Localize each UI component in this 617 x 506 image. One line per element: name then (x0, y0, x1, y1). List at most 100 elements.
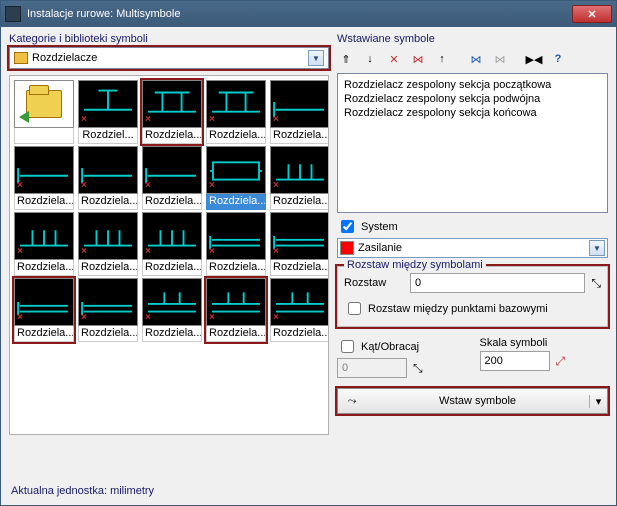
symbol-thumb: × (14, 146, 74, 194)
symbol-cell[interactable] (14, 80, 74, 144)
symbol-caption: Rozdziela... (206, 194, 266, 210)
spacing-legend: Rozstaw między symbolami (344, 259, 486, 271)
inserted-label: Wstawiane symbole (337, 33, 608, 45)
folder-up-icon (14, 80, 74, 128)
symbol-cell[interactable]: ×Rozdziela... (142, 80, 202, 144)
move-up-icon[interactable]: ↑ (433, 50, 451, 68)
symbol-caption: Rozdziela... (270, 326, 329, 342)
list-item[interactable]: Rozdzielacz zespolony sekcja podwójna (344, 92, 601, 106)
angle-input (337, 358, 407, 378)
flip-v-icon[interactable]: ⋈ (491, 50, 509, 68)
symbol-caption: Rozdziela... (78, 260, 138, 276)
system-value: Zasilanie (358, 242, 589, 254)
symbol-cell[interactable]: ×Rozdziela... (78, 278, 138, 342)
pick-scale-icon[interactable]: ⤢ (556, 354, 566, 369)
symbol-cell[interactable]: ×Rozdziela... (206, 80, 266, 144)
insert-label: Wstaw symbole (366, 395, 589, 407)
symbol-caption: Rozdziel... (78, 128, 138, 144)
symbol-thumb: × (78, 80, 138, 128)
symbol-caption: Rozdziela... (270, 194, 329, 210)
angle-checkbox[interactable] (341, 340, 354, 353)
symbol-cell[interactable]: ×Rozdziela... (142, 278, 202, 342)
symbol-thumb: × (206, 146, 266, 194)
symbol-thumb: × (206, 278, 266, 326)
symbol-thumb: × (206, 80, 266, 128)
symbol-thumb: × (270, 212, 329, 260)
symbol-cell[interactable]: ×Rozdziela... (14, 278, 74, 342)
symbol-cell[interactable]: ×Rozdziela... (270, 212, 329, 276)
symbol-thumb: × (206, 212, 266, 260)
delete-all-icon[interactable]: ⋈ (409, 50, 427, 68)
insert-dropdown-icon[interactable]: ▾ (589, 395, 607, 408)
delete-icon[interactable]: ✕ (385, 50, 403, 68)
system-combo[interactable]: Zasilanie ▼ (337, 238, 608, 258)
symbol-thumb: × (142, 146, 202, 194)
symbol-caption: Rozdziela... (206, 326, 266, 342)
symbol-caption: Rozdziela... (142, 326, 202, 342)
symbol-cell[interactable]: ×Rozdziela... (270, 146, 329, 210)
symbol-cell[interactable]: ×Rozdziela... (142, 146, 202, 210)
symbol-caption: Rozdziela... (142, 128, 202, 144)
angle-label: Kąt/Obracaj (361, 341, 419, 353)
category-value: Rozdzielacze (32, 52, 308, 64)
symbol-thumb: × (14, 278, 74, 326)
symbol-cell[interactable]: ×Rozdziela... (206, 212, 266, 276)
symbol-cell[interactable]: ×Rozdziela... (270, 278, 329, 342)
chevron-down-icon[interactable]: ▼ (589, 240, 605, 256)
move-top-icon[interactable]: ⇑ (337, 50, 355, 68)
scale-label: Skala symboli (480, 337, 609, 349)
spacing-base-row: Rozstaw między punktami bazowymi (344, 299, 601, 318)
angle-col: Kąt/Obracaj ⤡ (337, 337, 466, 378)
units-label: Aktualna jednostka: milimetry (11, 485, 154, 497)
list-item[interactable]: Rozdzielacz zespolony sekcja początkowa (344, 78, 601, 92)
symbol-cell[interactable]: ×Rozdziela... (14, 212, 74, 276)
spacing-input[interactable] (410, 273, 585, 293)
symbol-caption: Rozdziela... (78, 326, 138, 342)
spacing-group: Rozstaw między symbolami Rozstaw ⤡ Rozst… (337, 266, 608, 327)
category-combo[interactable]: Rozdzielacze ▼ (9, 47, 329, 69)
chevron-down-icon[interactable]: ▼ (308, 50, 324, 66)
spacing-base-label: Rozstaw między punktami bazowymi (368, 303, 548, 315)
flip-h-icon[interactable]: ⋈ (467, 50, 485, 68)
sequence-list[interactable]: Rozdzielacz zespolony sekcja początkowaR… (337, 73, 608, 213)
scale-input[interactable] (480, 351, 550, 371)
system-checkbox[interactable] (341, 220, 354, 233)
symbol-thumb: × (142, 212, 202, 260)
symbol-caption: Rozdziela... (78, 194, 138, 210)
move-down-icon[interactable]: ↓ (361, 50, 379, 68)
symbol-thumb: × (78, 278, 138, 326)
pick-angle-icon[interactable]: ⤡ (413, 361, 423, 376)
symbol-cell[interactable]: ×Rozdziela... (78, 146, 138, 210)
symbol-cell[interactable]: ×Rozdziela... (78, 212, 138, 276)
titlebar: Instalacje rurowe: Multisymbole ✕ (1, 1, 616, 27)
symbol-cell[interactable]: ×Rozdziela... (270, 80, 329, 144)
help-icon[interactable]: ? (549, 50, 567, 68)
symbol-cell[interactable]: ×Rozdziela... (206, 278, 266, 342)
insert-button[interactable]: ⤳ Wstaw symbole ▾ (337, 388, 608, 414)
symbol-thumb: × (142, 80, 202, 128)
symbol-caption (14, 128, 74, 144)
symbol-cell[interactable]: ×Rozdziela... (206, 146, 266, 210)
window-title: Instalacje rurowe: Multisymbole (27, 8, 572, 20)
spacing-base-checkbox[interactable] (348, 302, 361, 315)
insert-icon: ⤳ (338, 395, 366, 408)
symbol-thumb: × (78, 212, 138, 260)
pick-point-icon[interactable]: ⤡ (591, 276, 601, 291)
symbol-thumb: × (78, 146, 138, 194)
symbol-thumb: × (14, 212, 74, 260)
close-button[interactable]: ✕ (572, 5, 612, 23)
symbol-cell[interactable]: ×Rozdziel... (78, 80, 138, 144)
categories-label: Kategorie i biblioteki symboli (9, 33, 329, 45)
spacing-row: Rozstaw ⤡ (344, 273, 601, 293)
spacing-label: Rozstaw (344, 277, 404, 289)
footer: Aktualna jednostka: milimetry (1, 481, 616, 505)
symbol-cell[interactable]: ×Rozdziela... (142, 212, 202, 276)
symbol-caption: Rozdziela... (14, 260, 74, 276)
symbol-cell[interactable]: ×Rozdziela... (14, 146, 74, 210)
system-label: System (361, 221, 398, 233)
list-item[interactable]: Rozdzielacz zespolony sekcja końcowa (344, 106, 601, 120)
pin-icon[interactable]: ▶◀ (525, 50, 543, 68)
left-pane: Kategorie i biblioteki symboli Rozdziela… (9, 33, 329, 477)
angle-scale-row: Kąt/Obracaj ⤡ Skala symboli ⤢ (337, 337, 608, 378)
right-pane: Wstawiane symbole ⇑ ↓ ✕ ⋈ ↑ ⋈ ⋈ ▶◀ ? Roz… (337, 33, 608, 477)
